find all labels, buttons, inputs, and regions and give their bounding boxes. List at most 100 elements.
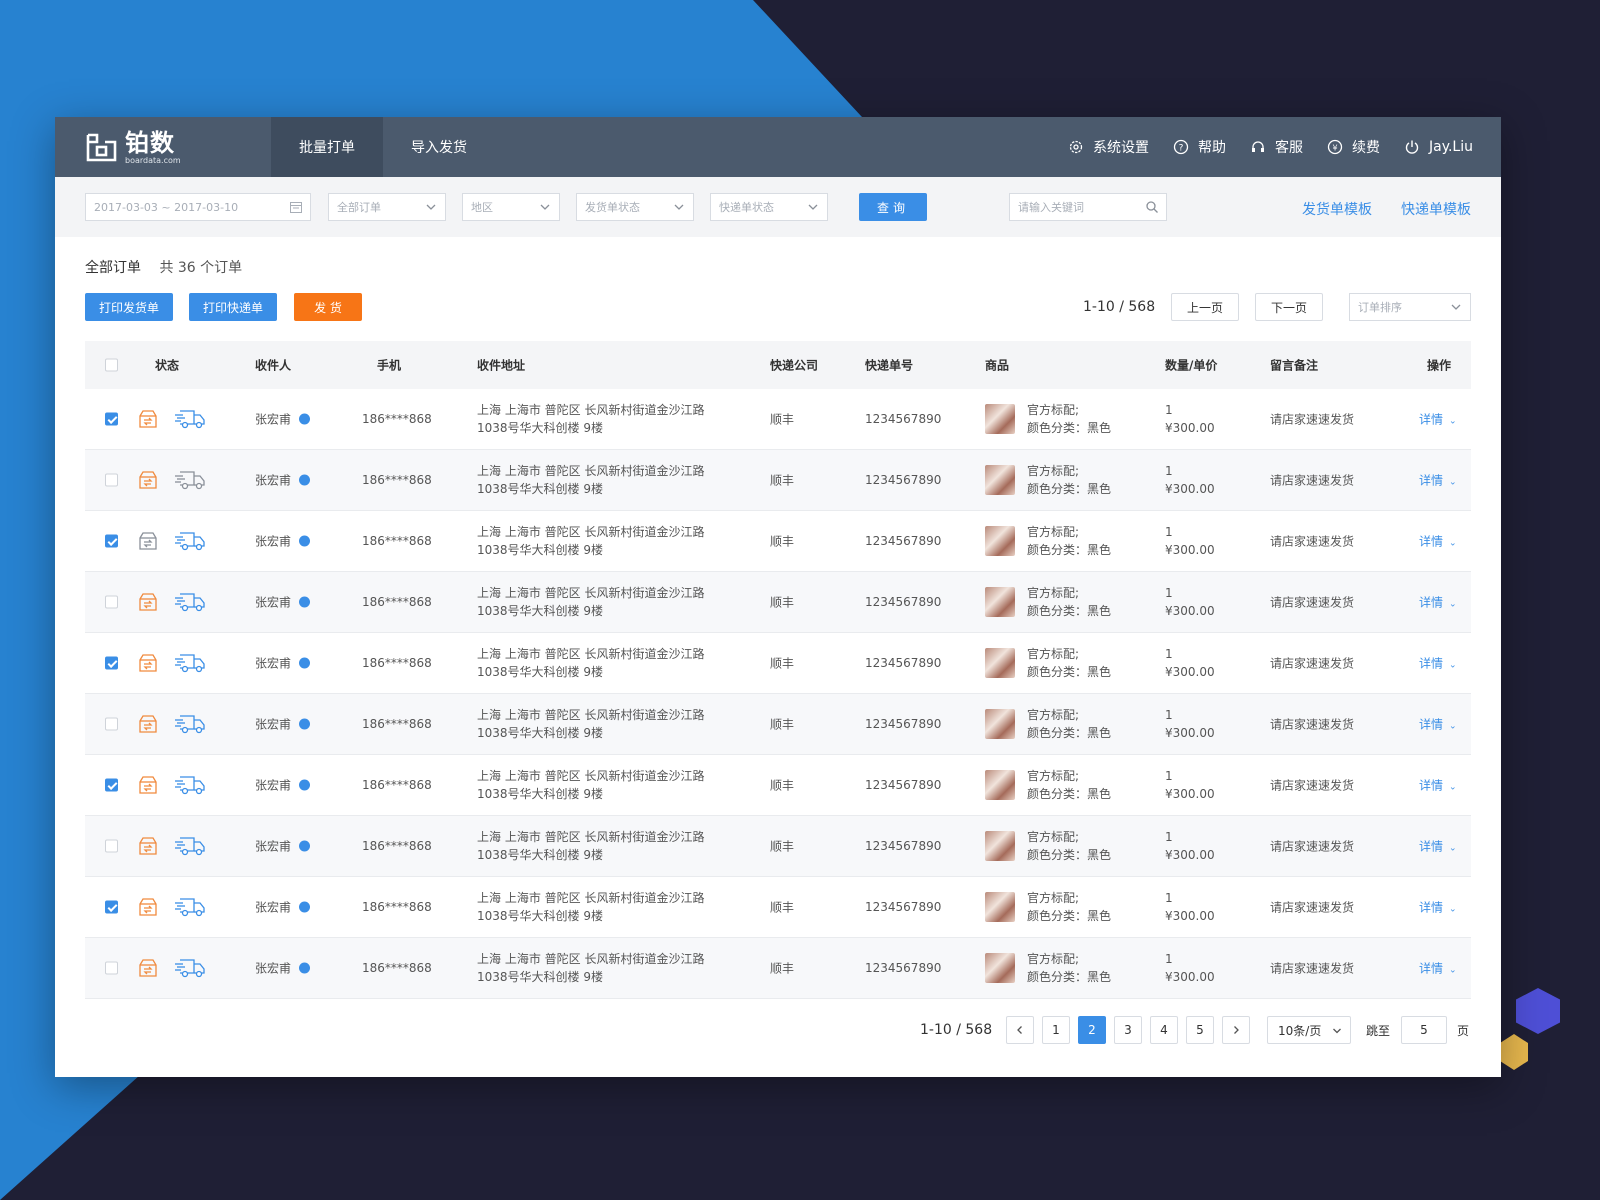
detail-toggle[interactable]: 详情 ⌄: [1419, 411, 1457, 428]
print-ship-button[interactable]: 打印发货单: [85, 293, 173, 321]
detail-toggle[interactable]: 详情 ⌄: [1419, 960, 1457, 977]
product-thumbnail[interactable]: [985, 648, 1015, 678]
detail-toggle[interactable]: 详情 ⌄: [1419, 655, 1457, 672]
buyer-badge-icon[interactable]: [299, 535, 311, 547]
express-template-link[interactable]: 快递单模板: [1401, 199, 1471, 219]
table-row[interactable]: 张宏甫 186****868 上海 上海市 普陀区 长风新村街道金沙江路 1038…: [85, 755, 1471, 816]
tab-import-ship[interactable]: 导入发货: [383, 117, 495, 177]
brand-logo[interactable]: 铂数 boardata.com: [55, 117, 271, 177]
buyer-badge-icon[interactable]: [299, 596, 311, 608]
region-select[interactable]: 地区: [462, 193, 560, 221]
header-phone: 手机: [377, 358, 402, 373]
buyer-badge-icon[interactable]: [299, 718, 311, 730]
chevron-down-icon: ⌄: [1449, 416, 1457, 427]
row-checkbox[interactable]: [105, 656, 118, 670]
detail-toggle[interactable]: 详情 ⌄: [1419, 777, 1457, 794]
row-checkbox[interactable]: [105, 595, 118, 609]
buyer-badge-icon[interactable]: [299, 413, 311, 425]
order-count: 共 36 个订单: [159, 260, 243, 276]
chevron-down-icon: [808, 204, 818, 210]
keyword-search-field[interactable]: 请输入关键词: [1009, 193, 1167, 221]
prev-page-arrow[interactable]: [1006, 1016, 1034, 1044]
detail-toggle[interactable]: 详情 ⌄: [1419, 533, 1457, 550]
row-checkbox[interactable]: [105, 534, 118, 548]
detail-toggle[interactable]: 详情 ⌄: [1419, 899, 1457, 916]
address-cell: 上海 上海市 普陀区 长风新村街道金沙江路 1038号华大科创楼 9楼: [477, 950, 704, 986]
row-checkbox[interactable]: [105, 412, 118, 426]
quantity: 1: [1165, 403, 1173, 417]
headset-icon: [1251, 141, 1264, 152]
table-row[interactable]: 张宏甫 186****868 上海 上海市 普陀区 长风新村街道金沙江路 1038…: [85, 816, 1471, 877]
buyer-badge-icon[interactable]: [299, 840, 311, 852]
page-button-1[interactable]: 1: [1042, 1016, 1070, 1044]
product-thumbnail[interactable]: [985, 831, 1015, 861]
row-checkbox[interactable]: [105, 778, 118, 792]
table-row[interactable]: 张宏甫 186****868 上海 上海市 普陀区 长风新村街道金沙江路 1038…: [85, 633, 1471, 694]
detail-toggle[interactable]: 详情 ⌄: [1419, 838, 1457, 855]
express-status-select[interactable]: 快递单状态: [710, 193, 828, 221]
table-row[interactable]: 张宏甫 186****868 上海 上海市 普陀区 长风新村街道金沙江路 1038…: [85, 938, 1471, 999]
jump-page-input[interactable]: 5: [1401, 1016, 1447, 1044]
buyer-badge-icon[interactable]: [299, 962, 311, 974]
tracking-number-cell: 1234567890: [865, 534, 942, 548]
order-sort-select[interactable]: 订单排序: [1349, 293, 1471, 321]
product-thumbnail[interactable]: [985, 404, 1015, 434]
product-thumbnail[interactable]: [985, 953, 1015, 983]
phone-cell: 186****868: [362, 778, 432, 792]
ship-template-link[interactable]: 发货单模板: [1302, 199, 1372, 219]
row-checkbox[interactable]: [105, 900, 118, 914]
row-checkbox[interactable]: [105, 839, 118, 853]
recipient-name-cell: 张宏甫: [255, 594, 311, 611]
phone-cell: 186****868: [362, 839, 432, 853]
detail-toggle[interactable]: 详情 ⌄: [1419, 716, 1457, 733]
customer-service-link[interactable]: 客服: [1250, 137, 1303, 157]
detail-label: 详情: [1419, 412, 1444, 427]
table-row[interactable]: 张宏甫 186****868 上海 上海市 普陀区 长风新村街道金沙江路 1038…: [85, 572, 1471, 633]
ship-status-select[interactable]: 发货单状态: [576, 193, 694, 221]
buyer-badge-icon[interactable]: [299, 657, 311, 669]
table-row[interactable]: 张宏甫 186****868 上海 上海市 普陀区 长风新村街道金沙江路 1038…: [85, 877, 1471, 938]
buyer-badge-icon[interactable]: [299, 474, 311, 486]
table-row[interactable]: 张宏甫 186****868 上海 上海市 普陀区 长风新村街道金沙江路 1038…: [85, 450, 1471, 511]
table-row[interactable]: 张宏甫 186****868 上海 上海市 普陀区 长风新村街道金沙江路 1038…: [85, 694, 1471, 755]
phone-cell: 186****868: [362, 473, 432, 487]
product-thumbnail[interactable]: [985, 526, 1015, 556]
goods-line-1: 官方标配;: [1027, 525, 1080, 539]
express-company-cell: 顺丰: [770, 778, 795, 793]
order-type-select[interactable]: 全部订单: [328, 193, 446, 221]
help-link[interactable]: ? 帮助: [1173, 137, 1226, 157]
ship-button[interactable]: 发 货: [294, 293, 362, 321]
next-page-button[interactable]: 下一页: [1255, 293, 1323, 321]
buyer-badge-icon[interactable]: [299, 901, 311, 913]
date-range-picker[interactable]: 2017-03-03 ~ 2017-03-10: [85, 193, 311, 221]
product-thumbnail[interactable]: [985, 587, 1015, 617]
row-checkbox[interactable]: [105, 961, 118, 975]
user-menu[interactable]: Jay.Liu: [1404, 139, 1473, 155]
product-thumbnail[interactable]: [985, 892, 1015, 922]
next-page-arrow[interactable]: [1222, 1016, 1250, 1044]
row-checkbox[interactable]: [105, 717, 118, 731]
page-button-5[interactable]: 5: [1186, 1016, 1214, 1044]
prev-page-button[interactable]: 上一页: [1171, 293, 1239, 321]
product-thumbnail[interactable]: [985, 709, 1015, 739]
page-size-select[interactable]: 10条/页: [1267, 1016, 1351, 1044]
summary-title: 全部订单: [85, 260, 141, 276]
page-button-2[interactable]: 2: [1078, 1016, 1106, 1044]
detail-toggle[interactable]: 详情 ⌄: [1419, 594, 1457, 611]
table-row[interactable]: 张宏甫 186****868 上海 上海市 普陀区 长风新村街道金沙江路 1038…: [85, 511, 1471, 572]
product-thumbnail[interactable]: [985, 770, 1015, 800]
system-settings-link[interactable]: 系统设置: [1068, 137, 1149, 157]
note-cell: 请店家速速发货: [1270, 839, 1355, 854]
page-button-4[interactable]: 4: [1150, 1016, 1178, 1044]
buyer-badge-icon[interactable]: [299, 779, 311, 791]
row-checkbox[interactable]: [105, 473, 118, 487]
page-button-3[interactable]: 3: [1114, 1016, 1142, 1044]
select-all-checkbox[interactable]: [105, 358, 118, 372]
detail-toggle[interactable]: 详情 ⌄: [1419, 472, 1457, 489]
tab-batch-print[interactable]: 批量打单: [271, 117, 383, 177]
table-row[interactable]: 张宏甫 186****868 上海 上海市 普陀区 长风新村街道金沙江路 1038…: [85, 389, 1471, 450]
print-express-button[interactable]: 打印快递单: [189, 293, 277, 321]
product-thumbnail[interactable]: [985, 465, 1015, 495]
renew-link[interactable]: ¥ 续费: [1327, 137, 1380, 157]
query-button[interactable]: 查询: [859, 193, 927, 221]
